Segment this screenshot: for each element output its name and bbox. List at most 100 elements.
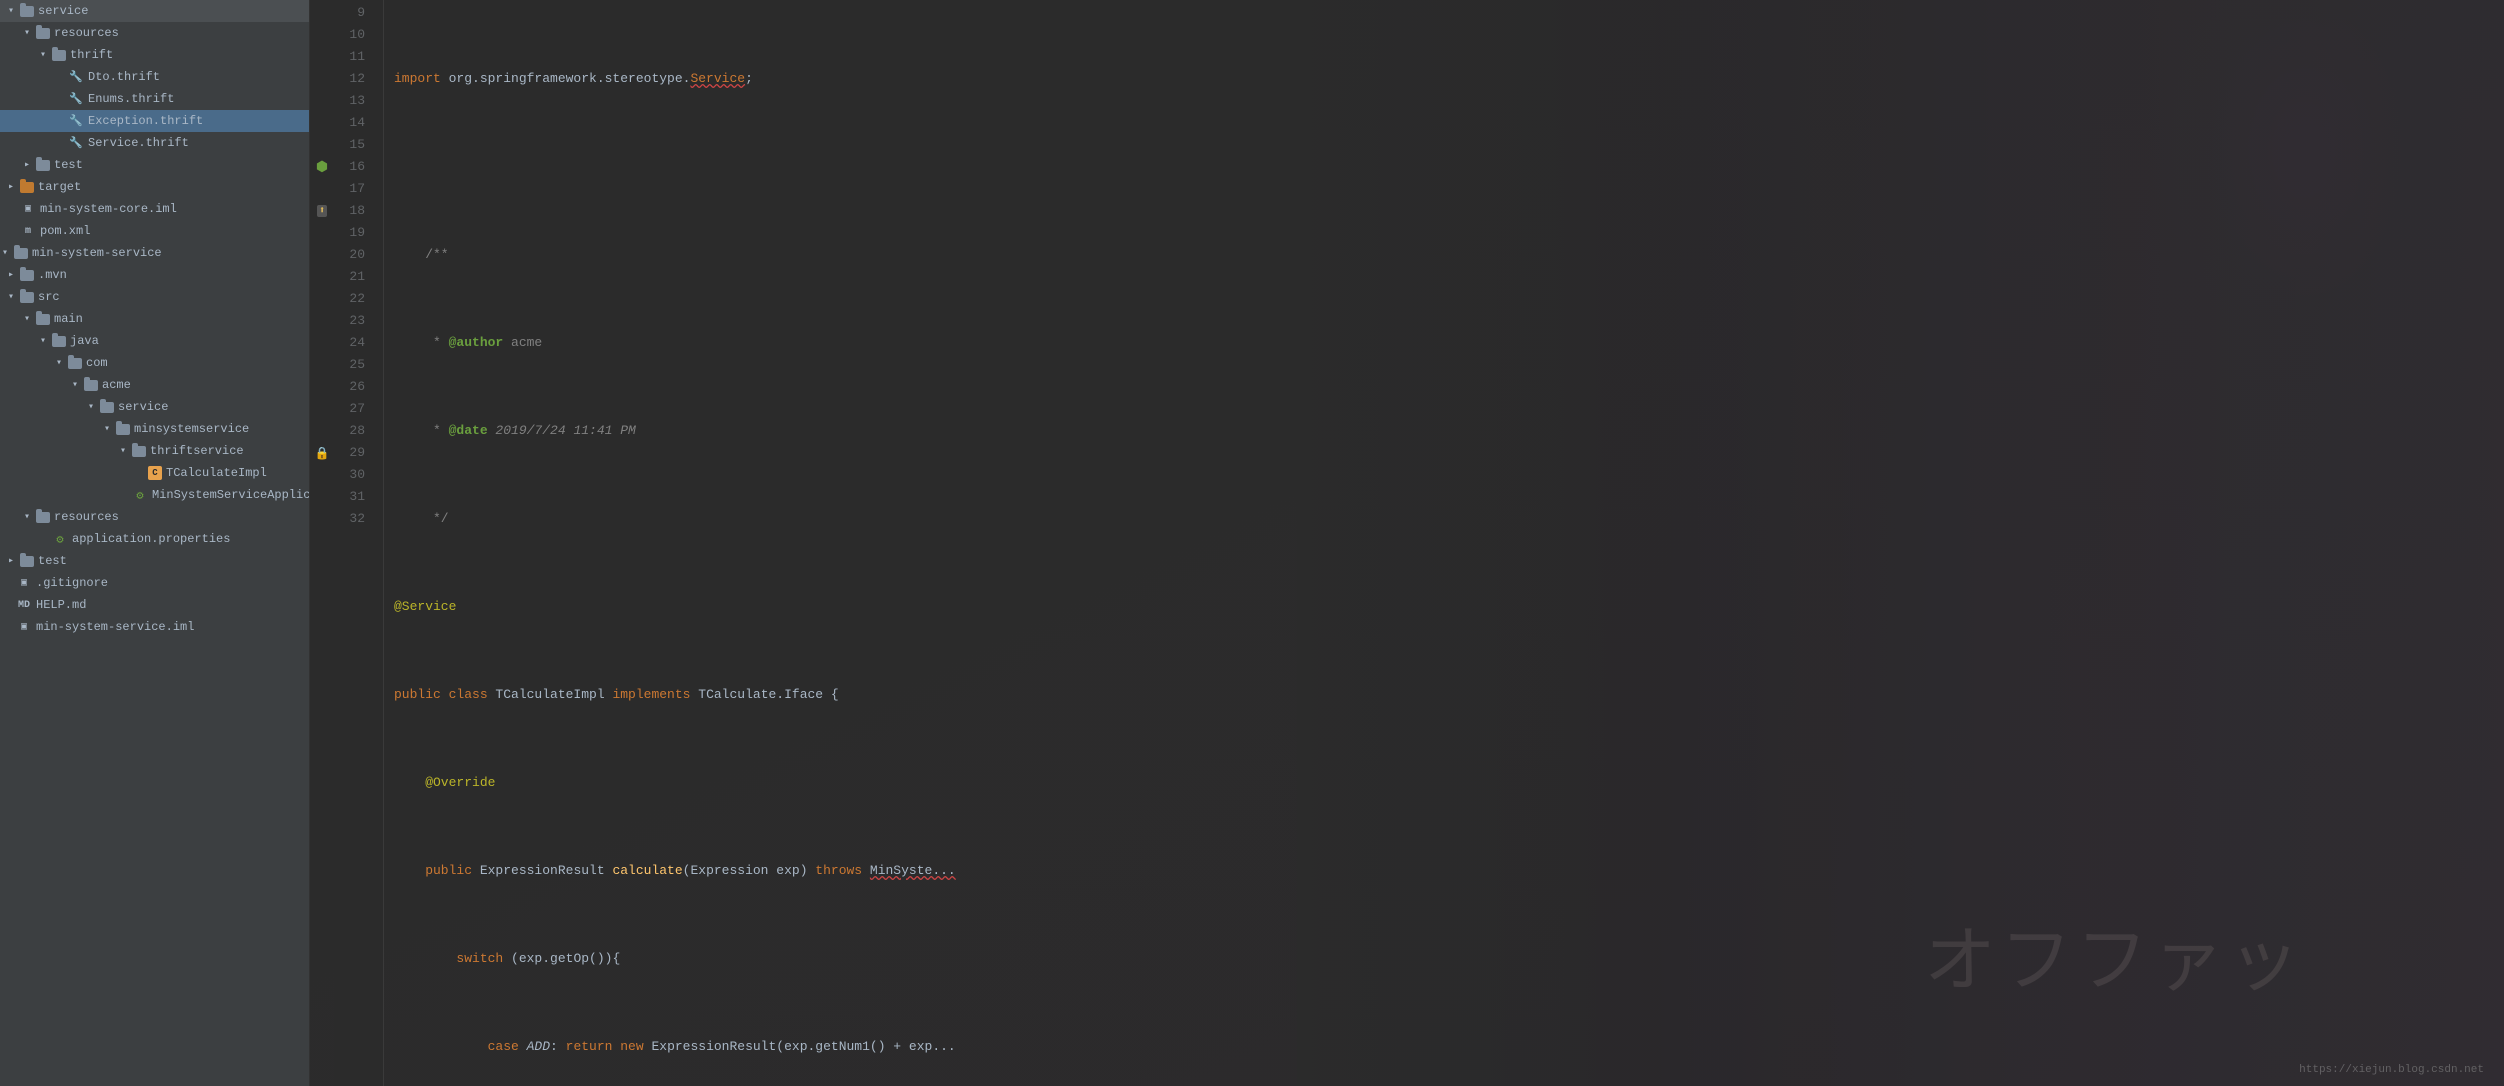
sidebar-item-service2[interactable]: service [0, 396, 309, 418]
line-num-9: 9 [334, 2, 373, 24]
code-token: @author [449, 332, 504, 354]
sidebar-item-label: .mvn [38, 268, 67, 282]
folder-icon [52, 50, 66, 61]
gutter-line-9 [310, 2, 334, 24]
arrow-icon [2, 247, 14, 259]
folder-icon [20, 292, 34, 303]
code-token: switch [394, 948, 511, 970]
sidebar-item-gitignore[interactable]: ▣ .gitignore [0, 572, 309, 594]
sidebar-item-label: Dto.thrift [88, 70, 160, 84]
folder-icon [36, 28, 50, 39]
arrow-icon [120, 445, 132, 457]
sidebar-item-min-system-service[interactable]: min-system-service [0, 242, 309, 264]
folder-icon [36, 512, 50, 523]
sidebar-item-thrift[interactable]: thrift [0, 44, 309, 66]
sidebar-item-src[interactable]: src [0, 286, 309, 308]
gutter-line-18[interactable]: ⬆ [310, 200, 334, 222]
line-numbers: 9 10 11 12 13 14 15 16 17 18 19 20 21 22… [334, 0, 384, 1086]
code-token: implements [612, 684, 698, 706]
sidebar-item-help-md[interactable]: MD HELP.md [0, 594, 309, 616]
sidebar-item-resources2[interactable]: resources [0, 506, 309, 528]
code-line-19: switch (exp.getOp()){ [394, 948, 2504, 970]
code-line-10 [394, 156, 2504, 178]
sidebar-item-label: thrift [70, 48, 113, 62]
gutter-line-24 [310, 332, 334, 354]
gutter-line-29[interactable]: 🔒 [310, 442, 334, 464]
sidebar-item-label: minsystemservice [134, 422, 249, 436]
sidebar-item-com[interactable]: com [0, 352, 309, 374]
sidebar-item-resources[interactable]: resources [0, 22, 309, 44]
arrow-icon [104, 423, 116, 435]
line-num-17: 17 [334, 178, 373, 200]
sidebar-item-label: acme [102, 378, 131, 392]
sidebar-item-acme[interactable]: acme [0, 374, 309, 396]
code-token: Service [690, 68, 745, 90]
sidebar-item-label: Service.thrift [88, 136, 189, 150]
arrow-icon [8, 555, 20, 567]
sidebar-item-label: com [86, 356, 108, 370]
sidebar-item-min-system-core-iml[interactable]: ▣ min-system-core.iml [0, 198, 309, 220]
code-line-13: * @date 2019/7/24 11:41 PM [394, 420, 2504, 442]
iml-file-icon: ▣ [20, 201, 36, 217]
folder-icon [84, 380, 98, 391]
code-token: return new [566, 1036, 652, 1058]
line-num-28: 28 [334, 420, 373, 442]
gutter-line-13 [310, 90, 334, 112]
sidebar-item-java[interactable]: java [0, 330, 309, 352]
gutter-line-31 [310, 486, 334, 508]
arrow-icon [24, 159, 36, 171]
gutter-line-16[interactable]: ⬢ [310, 156, 334, 178]
code-token: throws [815, 860, 870, 882]
sidebar-item-label: test [38, 554, 67, 568]
code-line-12: * @author acme [394, 332, 2504, 354]
sidebar-item-label: Enums.thrift [88, 92, 174, 106]
iml-file-icon: ▣ [16, 619, 32, 635]
sidebar-item-target[interactable]: target [0, 176, 309, 198]
gutter-line-26 [310, 376, 334, 398]
sidebar-item-main[interactable]: main [0, 308, 309, 330]
sidebar-item-label: min-system-service [32, 246, 162, 260]
code-token: 2019/7/24 11:41 PM [488, 420, 636, 442]
sidebar-item-pom-xml[interactable]: m pom.xml [0, 220, 309, 242]
sidebar-item-label: thriftservice [150, 444, 244, 458]
code-line-16: public class TCalculateImpl implements T… [394, 684, 2504, 706]
line-num-11: 11 [334, 46, 373, 68]
sidebar-item-service-thrift[interactable]: 🔧 Service.thrift [0, 132, 309, 154]
line-num-29: 29 [334, 442, 373, 464]
sidebar-item-mvn[interactable]: .mvn [0, 264, 309, 286]
code-token: (exp.getOp()){ [511, 948, 620, 970]
sidebar-item-test[interactable]: test [0, 154, 309, 176]
line-num-20: 20 [334, 244, 373, 266]
code-token: ExpressionResult(exp.getNum1() + exp... [651, 1036, 955, 1058]
properties-file-icon: ⚙ [52, 531, 68, 547]
folder-icon [20, 6, 34, 17]
sidebar-item-app-properties[interactable]: ⚙ application.properties [0, 528, 309, 550]
sidebar-item-exception-thrift[interactable]: 🔧 Exception.thrift [0, 110, 309, 132]
sidebar-item-thriftservice[interactable]: thriftservice [0, 440, 309, 462]
sidebar-item-service[interactable]: service [0, 0, 309, 22]
line-num-27: 27 [334, 398, 373, 420]
sidebar-item-min-system-service-iml[interactable]: ▣ min-system-service.iml [0, 616, 309, 638]
sidebar-item-minsystemserviceapplication[interactable]: ⚙ MinSystemServiceApplication [0, 484, 309, 506]
sidebar-item-label: resources [54, 510, 119, 524]
sidebar-item-test2[interactable]: test [0, 550, 309, 572]
sidebar-item-label: pom.xml [40, 224, 90, 238]
code-line-9: import org.springframework.stereotype.Se… [394, 68, 2504, 90]
code-token: acme [503, 332, 542, 354]
folder-icon [20, 182, 34, 193]
folder-icon [14, 248, 28, 259]
gutter-line-15 [310, 134, 334, 156]
arrow-icon [24, 511, 36, 523]
code-token: @Service [394, 596, 456, 618]
sidebar-item-enums-thrift[interactable]: 🔧 Enums.thrift [0, 88, 309, 110]
code-token: @date [449, 420, 488, 442]
sidebar-item-tcalculateimpl[interactable]: C TCalculateImpl [0, 462, 309, 484]
sidebar-item-minsystemservice[interactable]: minsystemservice [0, 418, 309, 440]
gutter-line-20 [310, 244, 334, 266]
sidebar-item-label: service [118, 400, 168, 414]
code-editor: オフファッ https://xiejun.blog.csdn.net ⬢ [310, 0, 2504, 1086]
sidebar-item-dto-thrift[interactable]: 🔧 Dto.thrift [0, 66, 309, 88]
line-num-25: 25 [334, 354, 373, 376]
code-token: public [394, 684, 449, 706]
arrow-icon [8, 291, 20, 303]
